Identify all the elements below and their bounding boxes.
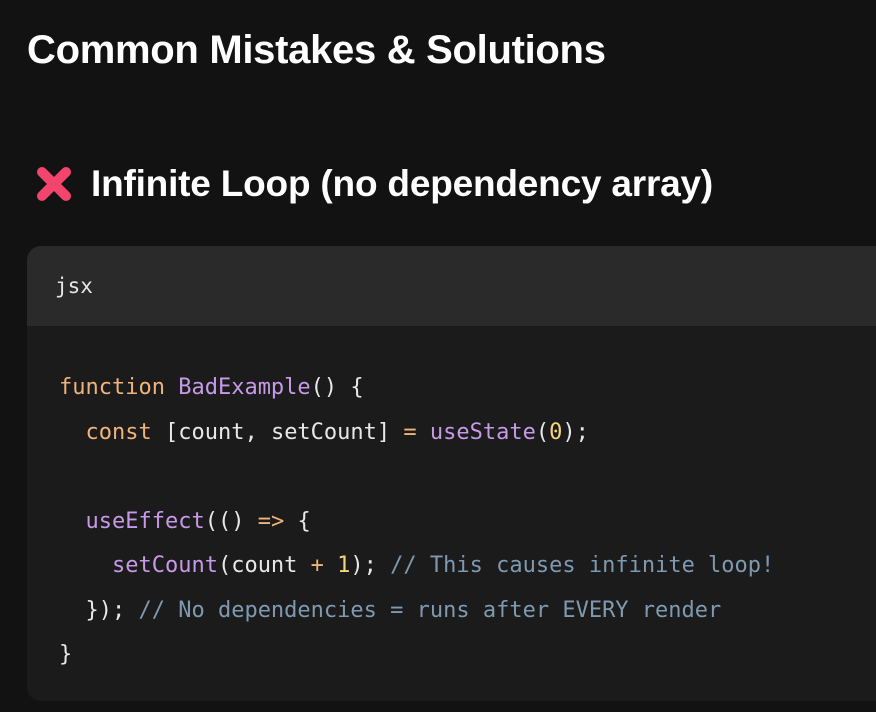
code-line: } [59,633,876,678]
code-line: function BadExample() { [59,366,876,411]
code-language-label: jsx [55,274,93,298]
section-heading-text: Infinite Loop (no dependency array) [91,163,714,204]
code-token: + [310,553,338,578]
code-token: setCount [111,553,218,578]
code-line: setCount(count + 1); // This causes infi… [59,544,876,589]
code-content[interactable]: function BadExample() { const [count, se… [27,326,876,678]
code-token: ( [535,419,550,445]
code-line: useEffect(() => { [59,500,876,545]
code-block: jsx function BadExample() { const [count… [27,246,876,701]
code-line: }); // No dependencies = runs after EVER… [59,589,876,634]
code-line: const [count, setCount] = useState(0); [59,411,876,456]
code-token: useState [429,419,536,445]
code-token: (count [217,553,311,578]
code-block-header: jsx [27,246,876,326]
code-token: = [403,419,430,445]
code-token: => [257,508,298,534]
section-heading: Infinite Loop (no dependency array) [33,160,713,208]
code-token: const [85,419,165,445]
code-token: // This causes infinite loop! [390,553,775,578]
code-token: (() [204,508,258,534]
code-token: ); [562,419,589,445]
code-token: useEffect [85,508,205,534]
code-token: function [59,375,179,400]
page-title: Common Mistakes & Solutions [27,28,606,72]
code-token: }); [59,597,139,623]
code-token: ); [350,553,391,578]
code-token: { [297,508,311,534]
code-token: 0 [549,419,563,445]
code-token: BadExample [178,375,311,400]
cross-mark-icon [33,163,75,205]
code-token: [count, setCount] [164,419,404,445]
code-token: // No dependencies = runs after EVERY re… [138,597,722,623]
code-token: 1 [337,553,351,578]
code-token: () { [310,375,364,400]
code-token: } [59,642,73,667]
